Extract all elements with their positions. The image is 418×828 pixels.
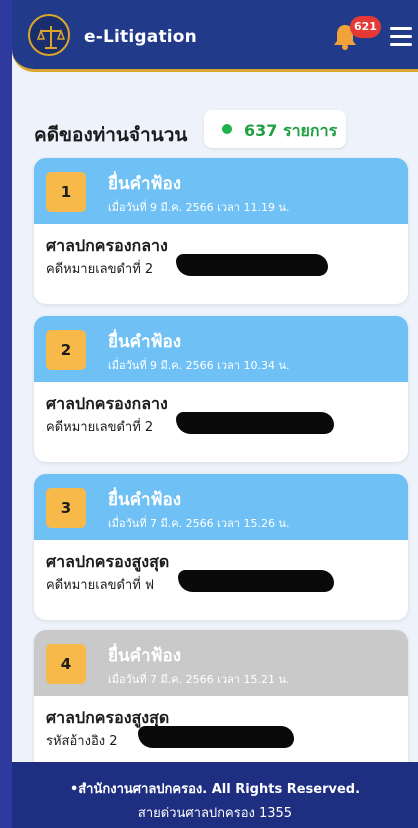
- case-date: เมื่อวันที่ 9 มี.ค. 2566 เวลา 11.19 น.: [108, 201, 290, 214]
- court-name: ศาลปกครองสูงสุด: [46, 552, 170, 571]
- case-count-label: คดีของท่านจำนวน: [34, 124, 188, 146]
- case-card-header: 1 ยื่นคำฟ้อง เมื่อวันที่ 9 มี.ค. 2566 เว…: [34, 158, 408, 224]
- case-type: ยื่นคำฟ้อง: [108, 490, 182, 510]
- case-card-header: 2 ยื่นคำฟ้อง เมื่อวันที่ 9 มี.ค. 2566 เว…: [34, 316, 408, 382]
- case-reference: รหัสอ้างอิง 2: [46, 734, 118, 749]
- case-reference: คดีหมายเลขดำที่ ฟ: [46, 578, 155, 593]
- case-card-header: 4 ยื่นคำฟ้อง เมื่อวันที่ 7 มี.ค. 2566 เว…: [34, 630, 408, 696]
- case-number-badge: 2: [46, 330, 86, 370]
- case-card[interactable]: 1 ยื่นคำฟ้อง เมื่อวันที่ 9 มี.ค. 2566 เว…: [34, 158, 408, 304]
- case-reference: คดีหมายเลขดำที่ 2: [46, 420, 154, 435]
- case-type: ยื่นคำฟ้อง: [108, 174, 182, 194]
- app-title: e-Litigation: [84, 27, 197, 47]
- app-screen: e-Litigation 621 คดีของท่านจำนวน 637 ราย…: [12, 0, 418, 828]
- status-dot-icon: [222, 124, 232, 134]
- court-name: ศาลปกครองกลาง: [46, 394, 168, 413]
- case-card[interactable]: 3 ยื่นคำฟ้อง เมื่อวันที่ 7 มี.ค. 2566 เว…: [34, 474, 408, 620]
- case-type: ยื่นคำฟ้อง: [108, 332, 182, 352]
- redacted-mark: [138, 726, 294, 748]
- case-reference: คดีหมายเลขดำที่ 2: [46, 262, 154, 277]
- case-number-badge: 3: [46, 488, 86, 528]
- case-number-badge: 1: [46, 172, 86, 212]
- app-header: e-Litigation 621: [12, 0, 418, 72]
- hamburger-menu-icon[interactable]: [390, 27, 412, 46]
- case-count-value: 637 รายการ: [244, 121, 338, 140]
- case-number-badge: 4: [46, 644, 86, 684]
- footer: •สำนักงานศาลปกครอง. All Rights Reserved.…: [12, 762, 418, 828]
- case-date: เมื่อวันที่ 7 มี.ค. 2566 เวลา 15.21 น.: [108, 673, 290, 686]
- case-card-header: 3 ยื่นคำฟ้อง เมื่อวันที่ 7 มี.ค. 2566 เว…: [34, 474, 408, 540]
- case-card[interactable]: 4 ยื่นคำฟ้อง เมื่อวันที่ 7 มี.ค. 2566 เว…: [34, 630, 408, 776]
- case-date: เมื่อวันที่ 7 มี.ค. 2566 เวลา 15.26 น.: [108, 517, 290, 530]
- court-logo-icon: [28, 14, 70, 56]
- case-date: เมื่อวันที่ 9 มี.ค. 2566 เวลา 10.34 น.: [108, 359, 290, 372]
- notification-count-badge: 621: [350, 16, 381, 38]
- redacted-mark: [176, 254, 328, 276]
- redacted-mark: [176, 412, 334, 434]
- case-card[interactable]: 2 ยื่นคำฟ้อง เมื่อวันที่ 9 มี.ค. 2566 เว…: [34, 316, 408, 462]
- court-name: ศาลปกครองกลาง: [46, 236, 168, 255]
- redacted-mark: [178, 570, 334, 592]
- footer-hotline: สายด่วนศาลปกครอง 1355: [137, 806, 293, 821]
- case-count-chip: 637 รายการ: [204, 110, 346, 148]
- case-type: ยื่นคำฟ้อง: [108, 646, 182, 666]
- footer-copyright: •สำนักงานศาลปกครอง. All Rights Reserved.: [69, 782, 361, 797]
